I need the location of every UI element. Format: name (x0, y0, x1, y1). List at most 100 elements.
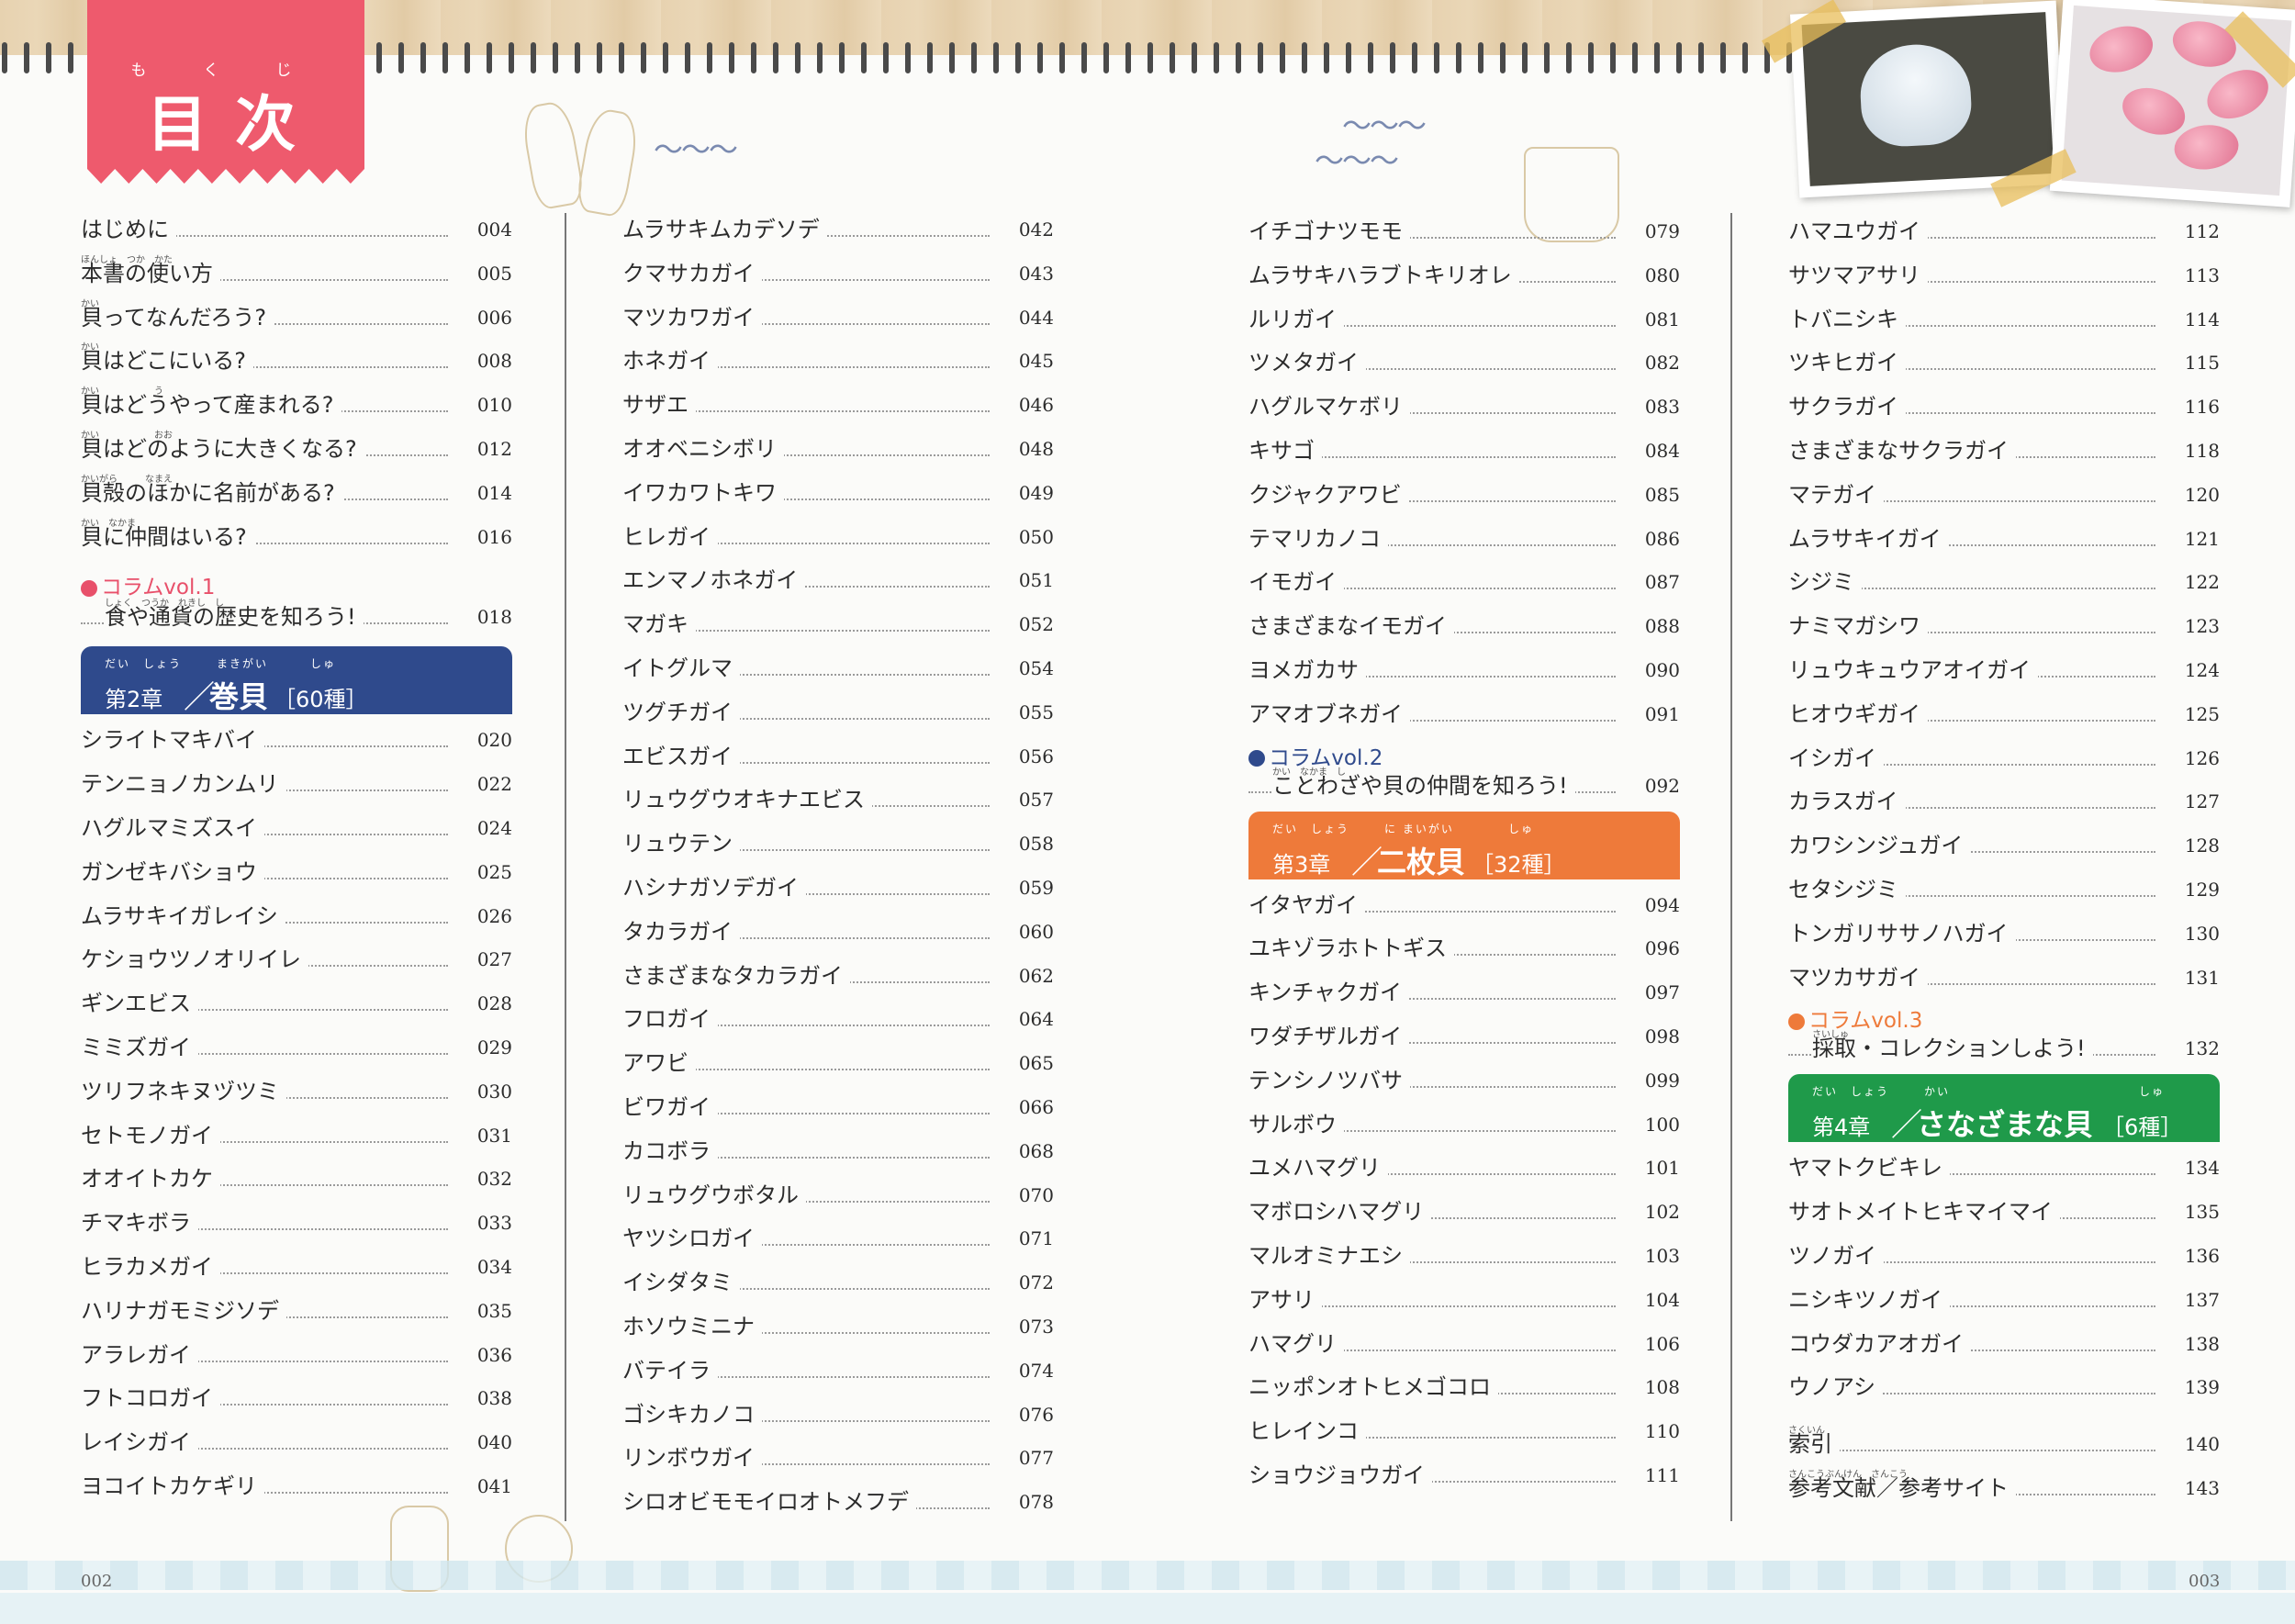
toc-entry[interactable]: キンチャクガイ 097 (1248, 974, 1680, 1012)
toc-entry[interactable]: アワビ 065 (622, 1045, 1054, 1082)
toc-entry[interactable]: コウダカアオガイ 138 (1788, 1325, 2220, 1362)
toc-entry[interactable]: リュウキュウアオイガイ 124 (1788, 652, 2220, 689)
chapter-banner[interactable]: だい しょう まきがい 第2章／巻貝 ［60種］ しゅ (81, 646, 512, 716)
toc-entry[interactable]: マテガイ 120 (1788, 476, 2220, 513)
toc-entry[interactable]: トンガリササノハガイ 130 (1788, 914, 2220, 952)
toc-entry[interactable]: キサゴ 084 (1248, 432, 1680, 469)
toc-entry[interactable]: シロオビモモイロオトメフデ 078 (622, 1484, 1054, 1521)
toc-entry[interactable]: ツノガイ 136 (1788, 1238, 2220, 1274)
chapter-banner[interactable]: だい しょうに まいがい 第3章／二枚貝 ［32種］ しゅ (1248, 811, 1680, 881)
toc-entry[interactable]: セトモノガイ 031 (81, 1116, 512, 1154)
toc-entry[interactable]: ニッポンオトヒメゴコロ 108 (1248, 1369, 1680, 1406)
toc-entry[interactable]: セタシジミ 129 (1788, 871, 2220, 908)
toc-entry[interactable]: マルオミナエシ 103 (1248, 1238, 1680, 1274)
toc-entry[interactable]: サツマアサリ 113 (1788, 256, 2220, 294)
toc-entry[interactable]: ヨメガカサ 090 (1248, 652, 1680, 689)
toc-entry[interactable]: 参考文献／参考サイト さんこうぶんけん さんこう 143 (1788, 1470, 2220, 1506)
toc-entry[interactable]: ヒラカメガイ 034 (81, 1249, 512, 1285)
toc-entry[interactable]: エビスガイ 056 (622, 737, 1054, 775)
toc-entry[interactable]: ツグチガイ 055 (622, 693, 1054, 731)
toc-entry[interactable]: リンボウガイ 077 (622, 1439, 1054, 1477)
toc-entry[interactable]: ミミズガイ 029 (81, 1029, 512, 1066)
toc-entry[interactable]: ヤツシロガイ 071 (622, 1220, 1054, 1258)
toc-entry[interactable]: イワカワトキワ 049 (622, 474, 1054, 511)
toc-entry[interactable]: ヒオウギガイ 125 (1788, 695, 2220, 733)
toc-entry[interactable]: マツカサガイ 131 (1788, 958, 2220, 996)
toc-entry[interactable]: オオイトカケ 032 (81, 1160, 512, 1198)
toc-entry[interactable]: ヒレインコ 110 (1248, 1413, 1680, 1450)
toc-entry[interactable]: テンシノツバサ 099 (1248, 1061, 1680, 1099)
toc-entry[interactable]: フロガイ 064 (622, 1001, 1054, 1038)
toc-entry[interactable]: リュウグウオキナエビス 057 (622, 781, 1054, 819)
toc-entry[interactable]: ゴシキカノコ 076 (622, 1395, 1054, 1433)
toc-entry[interactable]: ハシナガソデガイ 059 (622, 869, 1054, 906)
toc-entry[interactable]: オオベニシボリ 048 (622, 431, 1054, 467)
toc-entry[interactable]: 貝ってなんだろう? かい 006 (81, 298, 512, 336)
toc-entry[interactable]: ムラサキムカデソデ 042 (622, 211, 1054, 248)
toc-entry[interactable]: マツカワガイ 044 (622, 298, 1054, 336)
toc-entry[interactable]: エンマノホネガイ 051 (622, 562, 1054, 599)
toc-entry[interactable]: ツキヒガイ 115 (1788, 344, 2220, 382)
toc-entry[interactable]: アサリ 104 (1248, 1281, 1680, 1318)
toc-entry[interactable]: ハリナガモミジソデ 035 (81, 1292, 512, 1329)
toc-entry[interactable]: イシダタミ 072 (622, 1264, 1054, 1302)
toc-entry[interactable]: イタヤガイ 094 (1248, 886, 1680, 924)
toc-entry[interactable]: アマオブネガイ 091 (1248, 695, 1680, 733)
toc-entry[interactable]: マボロシハマグリ 102 (1248, 1193, 1680, 1231)
toc-entry[interactable]: 貝に仲間はいる? かい なかま 016 (81, 518, 512, 555)
toc-entry[interactable]: ケショウツノオリイレ 027 (81, 941, 512, 979)
toc-entry[interactable]: ユメハマグリ 101 (1248, 1149, 1680, 1187)
toc-entry[interactable]: カワシンジュガイ 128 (1788, 827, 2220, 865)
toc-entry[interactable]: ギンエビス 028 (81, 985, 512, 1023)
toc-entry[interactable]: ユキゾラホトトギス 096 (1248, 930, 1680, 968)
toc-entry[interactable]: ビワガイ 066 (622, 1089, 1054, 1126)
toc-entry[interactable]: ハマグリ 106 (1248, 1325, 1680, 1362)
toc-entry[interactable]: クマサカガイ 043 (622, 254, 1054, 292)
toc-entry[interactable]: ヨコイトカケギリ 041 (81, 1468, 512, 1505)
toc-entry[interactable]: ハグルマケボリ 083 (1248, 388, 1680, 426)
toc-entry[interactable]: さまざまなサクラガイ 118 (1788, 432, 2220, 469)
toc-entry[interactable]: ことわざや貝の仲間を知ろう! かい なかま し 092 (1248, 767, 1680, 804)
toc-entry[interactable]: ワダチザルガイ 098 (1248, 1018, 1680, 1055)
toc-entry[interactable]: ホネガイ 045 (622, 342, 1054, 380)
toc-entry[interactable]: ハグルマミズスイ 024 (81, 810, 512, 846)
toc-entry[interactable]: イモガイ 087 (1248, 564, 1680, 601)
toc-entry[interactable]: ムラサキハラブトキリオレ 080 (1248, 256, 1680, 294)
toc-entry[interactable]: ツリフネキヌヅツミ 030 (81, 1072, 512, 1110)
toc-entry[interactable]: ツメタガイ 082 (1248, 344, 1680, 382)
toc-entry[interactable]: シジミ 122 (1788, 564, 2220, 601)
toc-entry[interactable]: ガンゼキバショウ 025 (81, 853, 512, 890)
toc-entry[interactable]: サオトメイトヒキマイマイ 135 (1788, 1193, 2220, 1231)
toc-entry[interactable]: トバニシキ 114 (1788, 300, 2220, 338)
toc-entry[interactable]: サクラガイ 116 (1788, 388, 2220, 426)
toc-entry[interactable]: ウノアシ 139 (1788, 1369, 2220, 1406)
toc-entry[interactable]: カコボラ 068 (622, 1132, 1054, 1170)
toc-entry[interactable]: ヒレガイ 050 (622, 518, 1054, 555)
toc-entry[interactable]: リュウグウボタル 070 (622, 1176, 1054, 1214)
toc-entry[interactable]: レイシガイ 040 (81, 1424, 512, 1462)
toc-entry[interactable]: バテイラ 074 (622, 1351, 1054, 1389)
toc-entry[interactable]: さまざまなイモガイ 088 (1248, 608, 1680, 645)
toc-entry[interactable]: ショウジョウガイ 111 (1248, 1457, 1680, 1494)
toc-entry[interactable]: イシガイ 126 (1788, 739, 2220, 777)
toc-entry[interactable]: ムラサキイガイ 121 (1788, 520, 2220, 557)
toc-entry[interactable]: ハマユウガイ 112 (1788, 213, 2220, 250)
toc-entry[interactable]: タカラガイ 060 (622, 913, 1054, 950)
toc-entry[interactable]: サルボウ 100 (1248, 1105, 1680, 1143)
toc-entry[interactable]: ナミマガシワ 123 (1788, 608, 2220, 645)
toc-entry[interactable]: 食や通貨の歴史を知ろう! しょく つうか れきし し 018 (81, 599, 512, 636)
toc-entry[interactable]: ヤマトクビキレ 134 (1788, 1149, 2220, 1187)
toc-entry[interactable]: アラレガイ 036 (81, 1336, 512, 1373)
toc-entry[interactable]: 本書の使い方 ほんしょ つか かた 005 (81, 254, 512, 292)
toc-entry[interactable]: チマキボラ 033 (81, 1204, 512, 1242)
toc-entry[interactable]: マガキ 052 (622, 606, 1054, 644)
toc-entry[interactable]: ニシキツノガイ 137 (1788, 1281, 2220, 1318)
toc-entry[interactable]: テンニョノカンムリ 022 (81, 766, 512, 803)
toc-entry[interactable]: イトグルマ 054 (622, 650, 1054, 687)
toc-entry[interactable]: テマリカノコ 086 (1248, 520, 1680, 557)
toc-entry[interactable]: さまざまなタカラガイ 062 (622, 957, 1054, 994)
toc-entry[interactable]: 採取・コレクションしよう! さいしゅ 132 (1788, 1030, 2220, 1068)
toc-entry[interactable]: リュウテン 058 (622, 825, 1054, 863)
toc-entry[interactable]: ルリガイ 081 (1248, 300, 1680, 338)
toc-entry[interactable]: シライトマキバイ 020 (81, 722, 512, 759)
